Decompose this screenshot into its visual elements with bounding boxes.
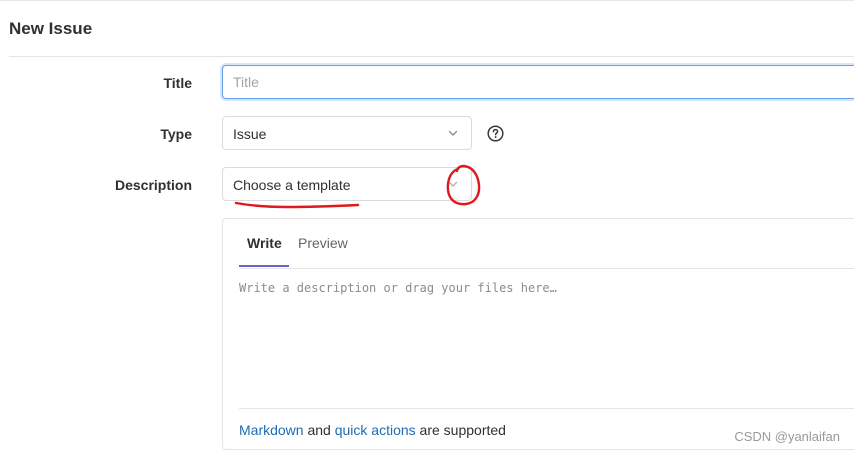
description-textarea[interactable] — [239, 275, 839, 401]
footer-text-and: and — [303, 422, 335, 438]
editor-footer: Markdown and quick actions are supported — [239, 422, 506, 438]
chevron-down-icon — [448, 130, 458, 136]
markdown-editor: Write Preview Markdown and quick actions… — [222, 218, 854, 450]
quick-actions-link[interactable]: quick actions — [335, 422, 416, 438]
editor-tabs: Write Preview — [239, 219, 854, 269]
template-select-value: Choose a template — [233, 177, 351, 193]
title-label: Title — [163, 75, 192, 91]
description-label: Description — [114, 177, 192, 193]
tab-preview[interactable]: Preview — [298, 235, 348, 251]
title-divider — [9, 56, 854, 57]
new-issue-page: New Issue Title Type Issue Description C… — [0, 0, 854, 455]
type-label: Type — [160, 126, 192, 142]
title-input[interactable] — [222, 65, 854, 99]
top-border — [0, 0, 854, 1]
tab-write[interactable]: Write — [247, 235, 282, 251]
markdown-link[interactable]: Markdown — [239, 422, 304, 438]
page-title: New Issue — [9, 19, 93, 38]
footer-text-supported: are supported — [415, 422, 506, 438]
question-circle-icon[interactable] — [487, 125, 504, 142]
type-select[interactable]: Issue — [222, 116, 472, 150]
active-tab-indicator — [239, 265, 289, 267]
chevron-down-icon — [448, 181, 458, 187]
template-select[interactable]: Choose a template — [222, 167, 472, 201]
watermark: CSDN @yanlaifan — [734, 429, 840, 444]
type-select-value: Issue — [233, 126, 267, 142]
editor-footer-divider — [239, 408, 854, 409]
